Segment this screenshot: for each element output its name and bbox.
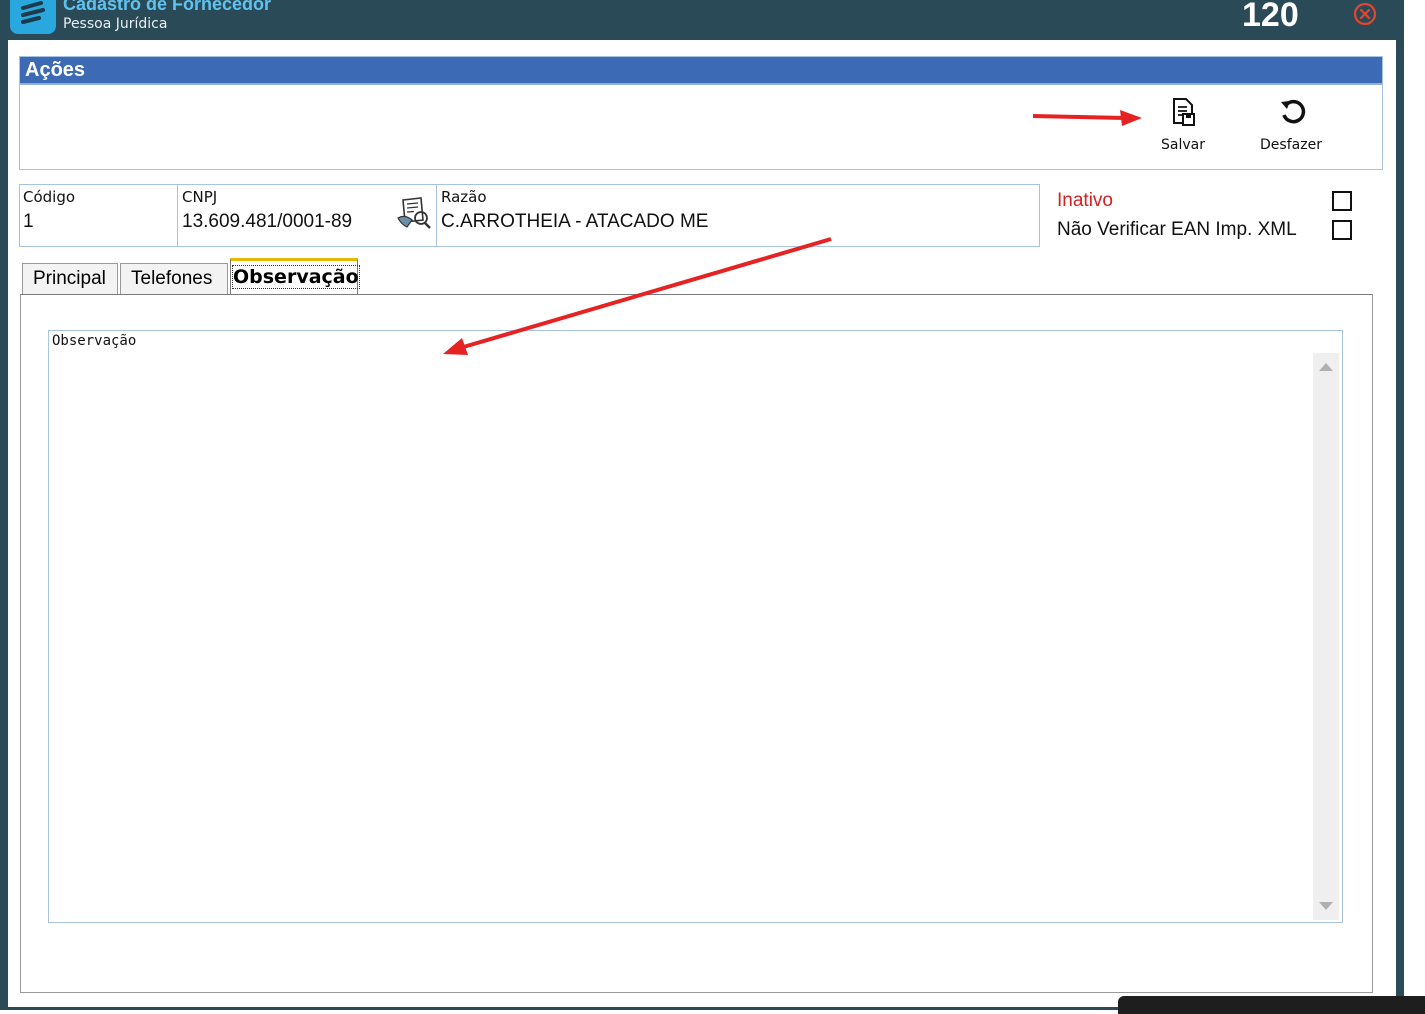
codigo-value: 1 [23, 211, 34, 232]
app-logo-icon [10, 0, 56, 34]
actions-header: Ações [20, 57, 1382, 85]
record-counter: 120 [1242, 0, 1299, 34]
cnpj-label: CNPJ [182, 188, 218, 206]
observacao-textarea[interactable] [51, 353, 1313, 923]
observacao-label: Observação [52, 333, 137, 349]
save-button[interactable]: Salvar [1138, 97, 1228, 157]
cnpj-value: 13.609.481/0001-89 [182, 211, 353, 232]
actions-panel: Ações Salvar Desfazer [19, 56, 1383, 170]
cnpj-lookup-icon[interactable] [395, 196, 433, 230]
window-title: Cadastro de Fornecedor [63, 0, 272, 14]
background-strip [1404, 0, 1425, 1014]
codigo-field[interactable]: Código 1 [20, 185, 176, 246]
codigo-label: Código [23, 188, 76, 206]
nao-verificar-ean-label: Não Verificar EAN Imp. XML [1057, 219, 1297, 240]
window-subtitle: Pessoa Jurídica [63, 16, 168, 32]
save-label: Salvar [1161, 137, 1205, 153]
close-icon [1353, 2, 1377, 26]
tab-observacao[interactable]: Observação [230, 258, 360, 295]
nao-verificar-ean-checkbox[interactable] [1332, 220, 1352, 240]
undo-button[interactable]: Desfazer [1246, 97, 1336, 157]
undo-label: Desfazer [1260, 137, 1322, 153]
taskbar-fragment [1118, 996, 1425, 1014]
tab-principal[interactable]: Principal [22, 263, 118, 295]
scroll-down-icon[interactable] [1319, 902, 1333, 910]
inativo-checkbox[interactable] [1332, 191, 1352, 211]
header-fields: Código 1 CNPJ 13.609.481/0001-89 Razão C… [19, 184, 1040, 247]
title-bar: Cadastro de Fornecedor Pessoa Jurídica 1… [0, 0, 1404, 40]
razao-label: Razão [441, 188, 487, 206]
observacao-scrollbar[interactable] [1313, 353, 1339, 920]
razao-value: C.ARROTHEIA - ATACADO ME [441, 211, 709, 232]
undo-icon [1281, 99, 1306, 124]
observacao-box: Observação [48, 330, 1343, 923]
scroll-up-icon[interactable] [1319, 363, 1333, 371]
save-icon [1173, 98, 1195, 126]
razao-field[interactable]: Razão C.ARROTHEIA - ATACADO ME [438, 185, 1038, 246]
inativo-label: Inativo [1057, 190, 1113, 211]
close-button[interactable] [1351, 0, 1379, 28]
tab-telefones[interactable]: Telefones [120, 263, 228, 295]
